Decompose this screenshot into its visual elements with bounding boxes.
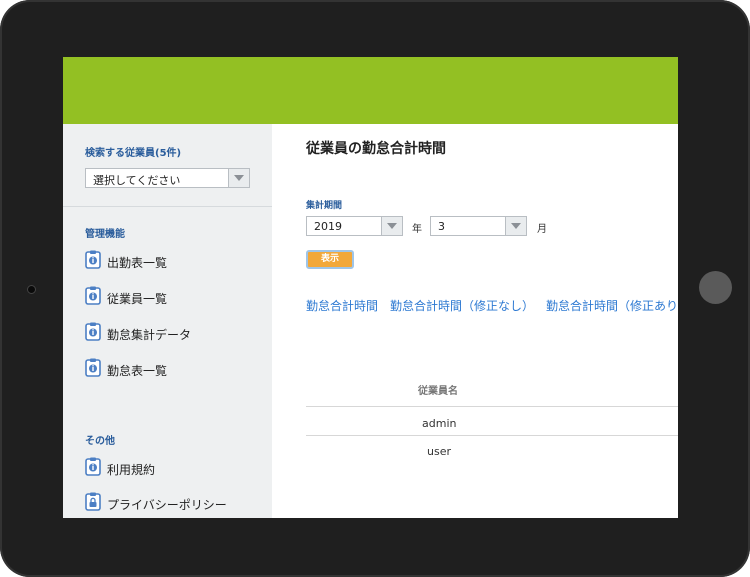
employee-name-header: 従業員名 bbox=[418, 386, 458, 397]
show-button[interactable]: 表示 bbox=[306, 250, 354, 269]
tablet-frame: 検索する従業員(5件) 選択してください 管理機能 出勤表一覧 従業員一覧 勤怠… bbox=[0, 0, 750, 577]
clipboard-info-icon bbox=[85, 358, 101, 377]
clipboard-lock-icon bbox=[85, 492, 101, 511]
sidebar-item-label: 従業員一覧 bbox=[107, 292, 168, 306]
camera-icon bbox=[27, 285, 36, 294]
chevron-down-icon[interactable] bbox=[381, 217, 402, 235]
header-bar bbox=[63, 57, 678, 124]
sidebar-item-label: 利用規約 bbox=[107, 463, 156, 477]
month-select-value: 3 bbox=[438, 220, 445, 233]
table-divider bbox=[306, 435, 678, 436]
table-row[interactable]: admin bbox=[422, 417, 456, 430]
sidebar: 検索する従業員(5件) 選択してください 管理機能 出勤表一覧 従業員一覧 勤怠… bbox=[63, 124, 272, 518]
sidebar-item-attendance-sheet-list[interactable]: 勤怠表一覧 bbox=[85, 358, 265, 380]
tab-total-hours[interactable]: 勤怠合計時間 bbox=[306, 297, 378, 314]
sidebar-item-privacy[interactable]: プライバシーポリシー bbox=[85, 492, 265, 514]
tab-total-hours-unmodified[interactable]: 勤怠合計時間（修正なし） bbox=[390, 297, 534, 314]
chevron-down-icon[interactable] bbox=[228, 169, 249, 187]
table-divider bbox=[306, 406, 678, 407]
tab-total-hours-modified[interactable]: 勤怠合計時間（修正あり bbox=[546, 297, 678, 314]
sidebar-item-attendance-list[interactable]: 出勤表一覧 bbox=[85, 250, 265, 272]
employee-select-value: 選択してください bbox=[93, 174, 181, 187]
screen: 検索する従業員(5件) 選択してください 管理機能 出勤表一覧 従業員一覧 勤怠… bbox=[63, 57, 678, 518]
sidebar-item-label: 勤怠集計データ bbox=[107, 328, 192, 342]
sidebar-item-attendance-data[interactable]: 勤怠集計データ bbox=[85, 322, 265, 344]
sidebar-item-label: プライバシーポリシー bbox=[107, 498, 227, 512]
clipboard-info-icon bbox=[85, 250, 101, 269]
year-select-value: 2019 bbox=[314, 220, 342, 233]
sidebar-item-terms[interactable]: 利用規約 bbox=[85, 457, 265, 479]
sidebar-item-employee-list[interactable]: 従業員一覧 bbox=[85, 286, 265, 308]
other-heading: その他 bbox=[85, 436, 115, 447]
table-row[interactable]: user bbox=[427, 445, 451, 458]
period-label: 集計期間 bbox=[306, 201, 343, 211]
year-select[interactable]: 2019 bbox=[306, 216, 403, 236]
year-unit: 年 bbox=[412, 224, 422, 235]
sidebar-item-label: 出勤表一覧 bbox=[107, 256, 168, 270]
main-content: 従業員の勤怠合計時間 集計期間 2019 年 3 月 表示 勤怠合計時間 勤怠合… bbox=[272, 124, 678, 518]
search-employee-heading: 検索する従業員(5件) bbox=[85, 148, 182, 159]
home-button[interactable] bbox=[699, 271, 732, 304]
admin-heading: 管理機能 bbox=[85, 229, 125, 240]
employee-select[interactable]: 選択してください bbox=[85, 168, 250, 188]
month-select[interactable]: 3 bbox=[430, 216, 527, 236]
page-title: 従業員の勤怠合計時間 bbox=[306, 141, 446, 157]
sidebar-divider bbox=[63, 206, 272, 207]
clipboard-info-icon bbox=[85, 286, 101, 305]
clipboard-info-icon bbox=[85, 322, 101, 341]
sidebar-item-label: 勤怠表一覧 bbox=[107, 364, 168, 378]
clipboard-info-icon bbox=[85, 457, 101, 476]
chevron-down-icon[interactable] bbox=[505, 217, 526, 235]
month-unit: 月 bbox=[537, 224, 547, 235]
